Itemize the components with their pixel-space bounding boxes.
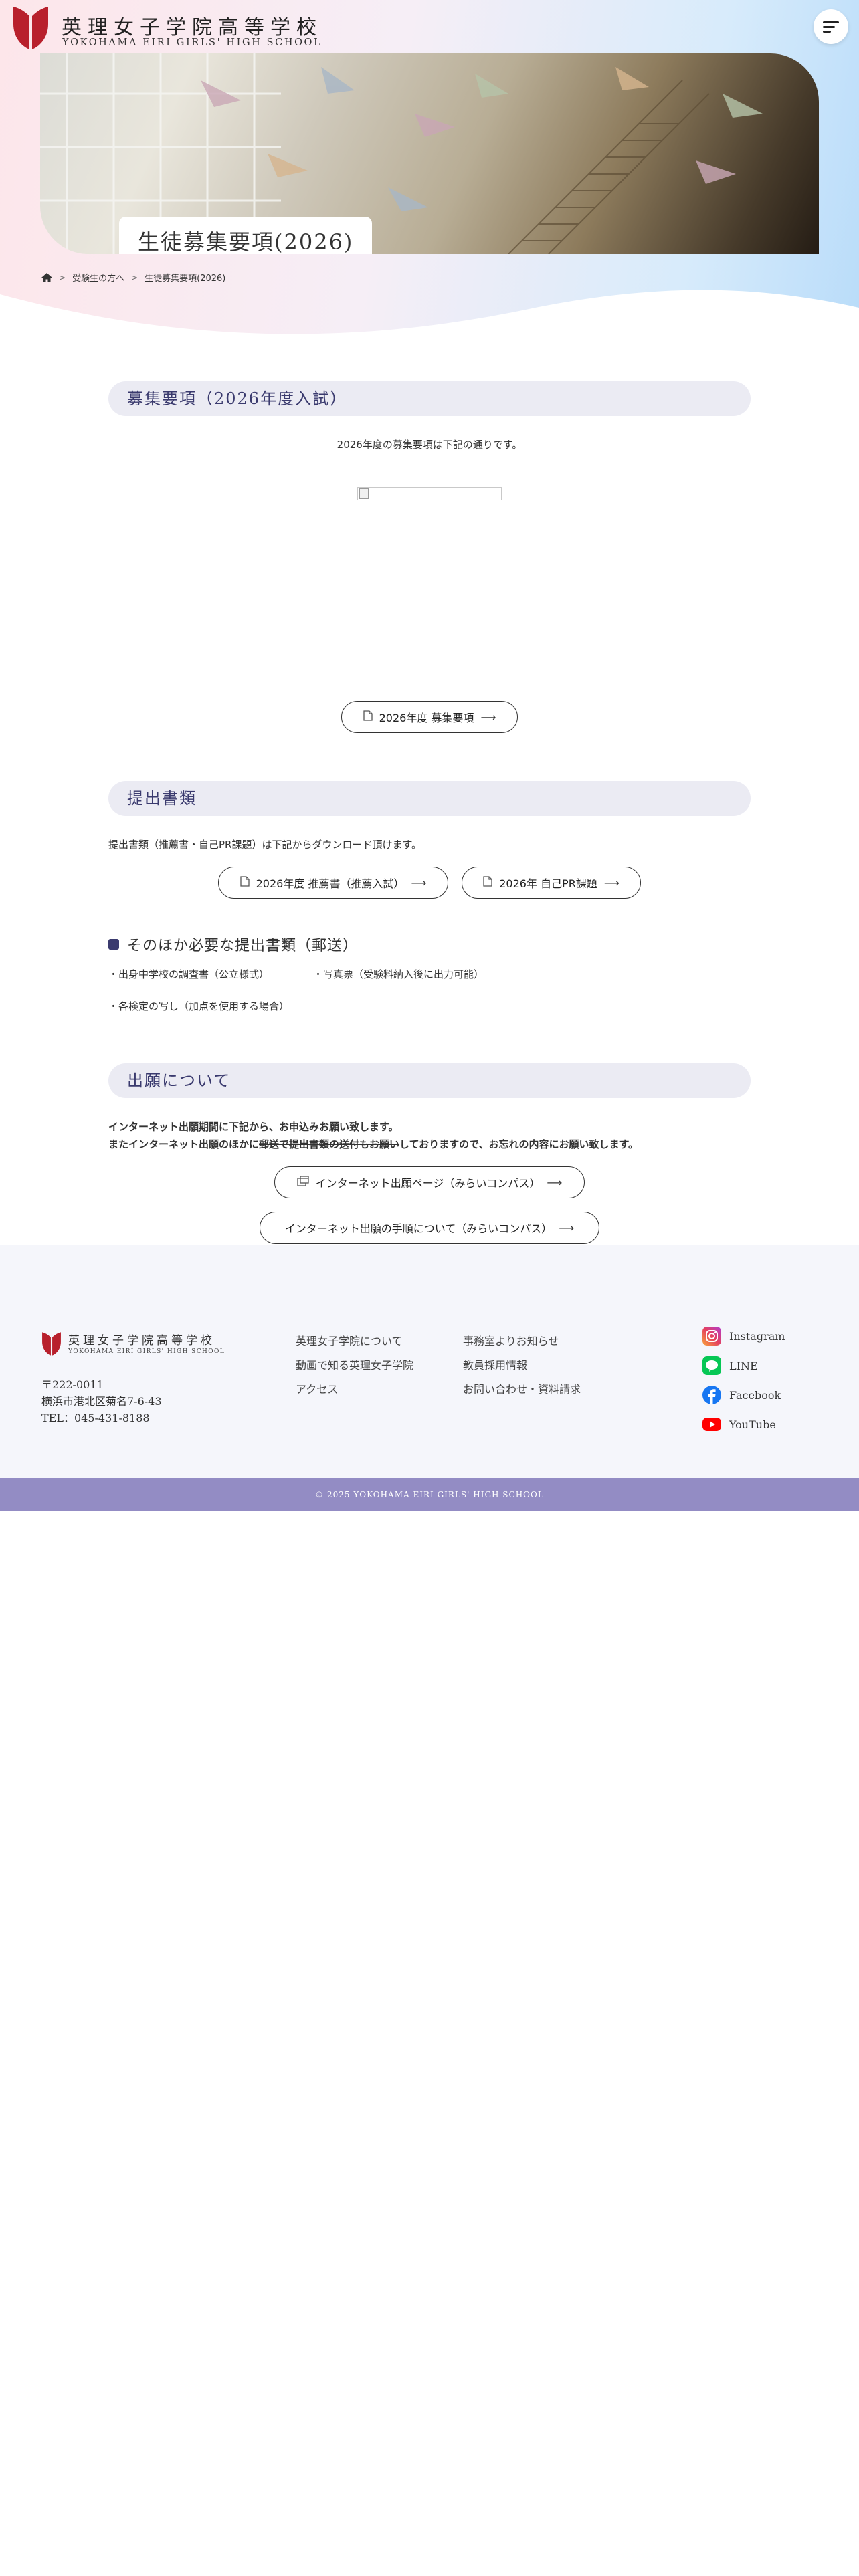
- footer-logo[interactable]: 英理女子学院高等学校 YOKOHAMA EIRI GIRLS' HIGH SCH…: [41, 1329, 229, 1360]
- arrow-right-icon: ⟶: [603, 876, 619, 889]
- self-pr-task-button[interactable]: 2026年 自己PR課題 ⟶: [462, 867, 641, 899]
- online-application-button-label: インターネット出願ページ（みらいコンパス）: [315, 1177, 541, 1190]
- school-emblem-icon: [13, 7, 48, 49]
- document-list-item: ・写真票（受験料納入後に出力可能）: [313, 968, 484, 980]
- pdf-file-icon: [240, 876, 250, 889]
- application-text-line1: インターネット出願期間に下記から、お申込みお願い致します。: [108, 1121, 399, 1133]
- recommendation-form-button[interactable]: 2026年度 推薦書（推薦入試） ⟶: [218, 867, 448, 899]
- application-text-line2: またインターネット出願のほかに郵送で提出書類の送付もお願いしておりますので、お忘…: [108, 1138, 639, 1150]
- pdf-file-icon: [363, 710, 373, 724]
- online-application-button[interactable]: インターネット出願ページ（みらいコンパス） ⟶: [274, 1166, 585, 1198]
- hamburger-menu-icon: [823, 21, 839, 23]
- self-pr-task-button-label: 2026年 自己PR課題: [499, 877, 597, 890]
- footer-link-notices[interactable]: 事務室よりお知らせ: [463, 1332, 559, 1348]
- sns-instagram[interactable]: Instagram: [702, 1327, 785, 1346]
- documents-intro: 提出書類（推薦書・自己PR課題）は下記からダウンロード頂けます。: [108, 839, 421, 851]
- site-logo[interactable]: 英理女子学院高等学校 YOKOHAMA EIRI GIRLS' HIGH SCH…: [12, 4, 320, 51]
- section-heading-application: 出願について: [108, 1063, 751, 1098]
- document-list-item: ・各検定の写し（加点を使用する場合）: [108, 1000, 290, 1012]
- hero-image: 生徒募集要項(2026): [40, 53, 819, 254]
- sns-youtube[interactable]: YouTube: [702, 1415, 776, 1434]
- section-heading-documents: 提出書類: [108, 781, 751, 816]
- footer-link-about[interactable]: 英理女子学院について: [296, 1332, 403, 1348]
- menu-button[interactable]: [814, 9, 848, 44]
- struck-text: 郵送で提出書類の送付もお願い: [259, 1138, 400, 1150]
- recruitment-intro: 2026年度の募集要項は下記の通りです。: [337, 439, 522, 451]
- recruitment-image: [357, 487, 502, 500]
- facebook-icon: [702, 1386, 721, 1404]
- youtube-icon: [702, 1418, 721, 1431]
- application-guide-button-label: インターネット出願の手順について（みらいコンパス）: [284, 1222, 553, 1235]
- footer-logo-text-jp: 英理女子学院高等学校: [68, 1334, 215, 1348]
- footer-logo-text-en: YOKOHAMA EIRI GIRLS' HIGH SCHOOL: [68, 1348, 225, 1355]
- postal-code: 〒222-0011: [41, 1378, 104, 1391]
- footer-address: 〒222-0011 横浜市港北区菊名7-6-43 TEL：045-431-818…: [41, 1376, 162, 1426]
- arrow-right-icon: ⟶: [411, 876, 427, 889]
- instagram-icon: [702, 1327, 721, 1346]
- street-address: 横浜市港北区菊名7-6-43: [41, 1395, 162, 1408]
- arrow-right-icon: ⟶: [559, 1221, 575, 1235]
- footer-link-contact[interactable]: お問い合わせ・資料請求: [463, 1380, 581, 1396]
- arrow-right-icon: ⟶: [547, 1176, 563, 1189]
- breadcrumb-separator: >: [131, 272, 138, 282]
- school-emblem-icon: [42, 1332, 61, 1356]
- application-guide-button[interactable]: インターネット出願の手順について（みらいコンパス） ⟶: [260, 1212, 599, 1244]
- document-list-item: ・出身中学校の調査書（公立様式）: [108, 968, 270, 980]
- recruitment-pdf-button-label: 2026年度 募集要項: [379, 712, 474, 724]
- breadcrumb-current: 生徒募集要項(2026): [145, 274, 226, 284]
- breadcrumb-separator: >: [59, 272, 66, 282]
- sub-heading-other-documents: そのほか必要な提出書類（郵送）: [108, 934, 358, 955]
- footer-link-video[interactable]: 動画で知る英理女子学院: [296, 1356, 413, 1372]
- footer: 英理女子学院高等学校 YOKOHAMA EIRI GIRLS' HIGH SCH…: [0, 1245, 859, 1478]
- line-icon: [702, 1356, 721, 1375]
- recommendation-form-button-label: 2026年度 推薦書（推薦入試）: [256, 877, 405, 890]
- recruitment-pdf-button[interactable]: 2026年度 募集要項 ⟶: [341, 701, 518, 733]
- hero-wave-divider: [0, 290, 859, 348]
- footer-link-access[interactable]: アクセス: [296, 1380, 338, 1396]
- footer-link-recruitment[interactable]: 教員採用情報: [463, 1356, 527, 1372]
- home-icon[interactable]: [41, 272, 52, 282]
- breadcrumb: > 受験生の方へ > 生徒募集要項(2026): [41, 271, 225, 284]
- arrow-right-icon: ⟶: [480, 710, 496, 724]
- page-title: 生徒募集要項(2026): [119, 217, 373, 254]
- sub-heading-label: そのほか必要な提出書類（郵送）: [127, 938, 359, 954]
- copyright: © 2025 YOKOHAMA EIRI GIRLS' HIGH SCHOOL: [0, 1478, 859, 1511]
- external-window-icon: [297, 1176, 309, 1189]
- logo-text-jp: 英理女子学院高等学校: [62, 16, 322, 39]
- logo-text-en: YOKOHAMA EIRI GIRLS' HIGH SCHOOL: [62, 37, 322, 48]
- breadcrumb-link-applicants[interactable]: 受験生の方へ: [72, 271, 124, 284]
- sns-facebook[interactable]: Facebook: [702, 1386, 781, 1404]
- section-heading-recruitment: 募集要項（2026年度入試）: [108, 381, 751, 416]
- broken-image-icon: [359, 488, 369, 499]
- square-bullet-icon: [108, 939, 119, 950]
- telephone: TEL：045-431-8188: [41, 1412, 150, 1424]
- sns-line[interactable]: LINE: [702, 1356, 758, 1375]
- pdf-file-icon: [483, 876, 492, 889]
